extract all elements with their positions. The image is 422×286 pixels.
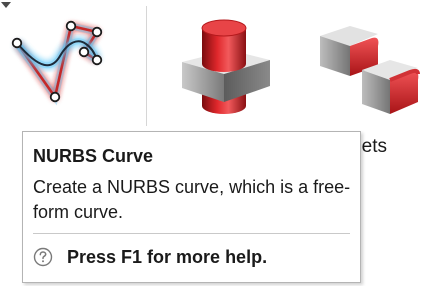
ribbon-separator xyxy=(146,6,147,126)
chevron-down-icon[interactable] xyxy=(0,0,12,10)
fillets-icon xyxy=(320,26,420,114)
nurbs-curve-button[interactable] xyxy=(0,0,140,130)
tooltip-divider xyxy=(33,233,350,234)
boss-extrude-icon xyxy=(182,19,270,114)
nurbs-curve-icon xyxy=(11,20,103,106)
fillets-button[interactable] xyxy=(310,14,422,126)
tooltip-help-row: Press F1 for more help. xyxy=(33,246,267,268)
tooltip-description: Create a NURBS curve, which is a free-fo… xyxy=(33,177,351,222)
boss-extrude-button[interactable] xyxy=(172,18,282,126)
tooltip-help-text: Press F1 for more help. xyxy=(67,246,268,267)
tooltip-title: NURBS Curve xyxy=(33,146,154,166)
question-circle-icon xyxy=(33,247,53,267)
nurbs-curve-tooltip: NURBS Curve Create a NURBS curve, which … xyxy=(22,131,361,283)
ribbon-panel: illets NURBS Curve Create a NURBS curve,… xyxy=(0,0,422,286)
